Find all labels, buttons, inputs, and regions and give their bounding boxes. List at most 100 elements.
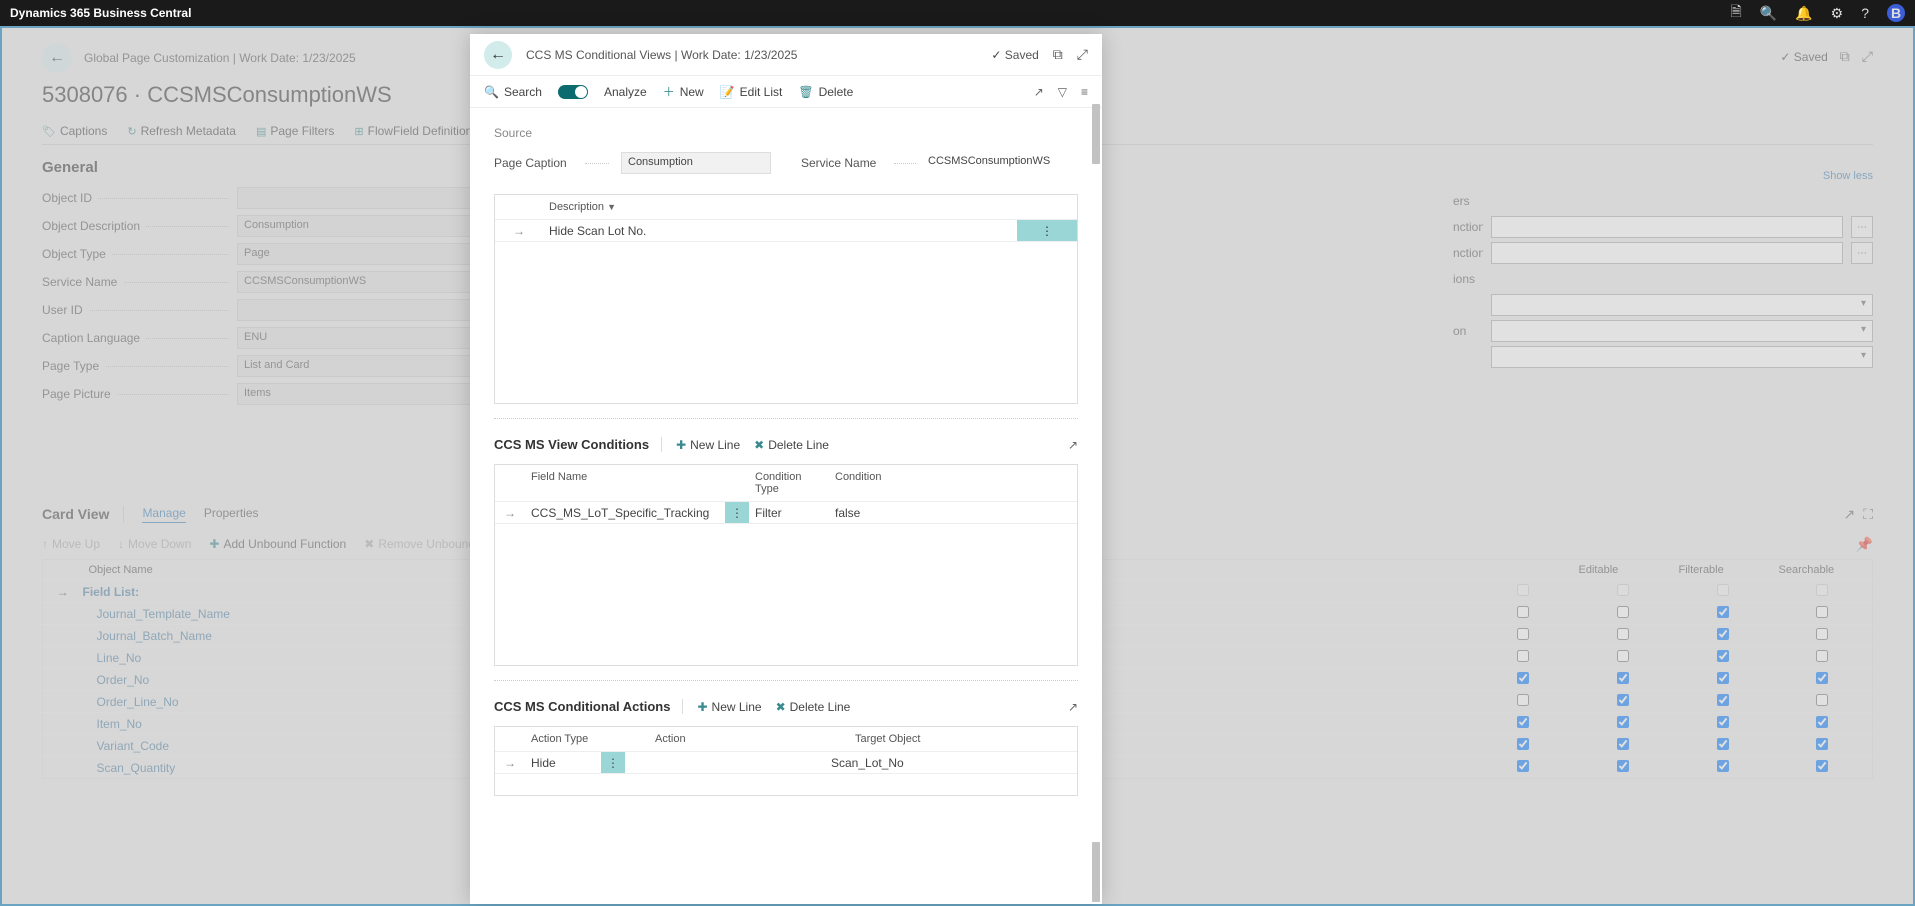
ca-new-line-action[interactable]: ✚New Line xyxy=(697,700,761,714)
checkbox[interactable] xyxy=(1816,694,1828,706)
checkbox[interactable] xyxy=(1717,584,1729,596)
action-type-value[interactable]: Hide xyxy=(525,754,601,772)
ca-share-icon[interactable]: ↗ xyxy=(1068,700,1078,714)
gear-icon[interactable]: ⚙ xyxy=(1831,5,1844,22)
checkbox[interactable] xyxy=(1517,738,1529,750)
rs-select-3[interactable] xyxy=(1491,346,1873,368)
checkbox[interactable] xyxy=(1617,716,1629,728)
rs-input-1[interactable] xyxy=(1491,216,1843,238)
bell-icon[interactable]: 🔔 xyxy=(1795,5,1812,22)
page-caption-value[interactable]: Consumption xyxy=(621,152,771,174)
checkbox[interactable] xyxy=(1517,584,1529,596)
checkbox[interactable] xyxy=(1717,738,1729,750)
popout-icon[interactable]: ⧉ xyxy=(1840,48,1850,65)
move-down-action[interactable]: ↓Move Down xyxy=(118,537,191,551)
checkbox[interactable] xyxy=(1717,650,1729,662)
filter-action-icon[interactable]: ▽ xyxy=(1058,85,1067,99)
checkbox[interactable] xyxy=(1717,628,1729,640)
checkbox[interactable] xyxy=(1617,760,1629,772)
flowfield-action[interactable]: ⊞FlowField Definition xyxy=(354,124,472,138)
vc-share-icon[interactable]: ↗ xyxy=(1068,438,1078,452)
desc-row[interactable]: → Hide Scan Lot No. ⋮ xyxy=(495,219,1077,241)
help-icon[interactable]: ? xyxy=(1861,5,1869,21)
checkbox[interactable] xyxy=(1816,672,1828,684)
modal-popout-icon[interactable]: ⧉ xyxy=(1053,46,1063,63)
action-row[interactable]: → Hide ⋮ Scan_Lot_No xyxy=(495,751,1077,773)
cond-menu-button[interactable]: ⋮ xyxy=(725,502,749,523)
checkbox[interactable] xyxy=(1617,628,1629,640)
desc-row-value[interactable]: Hide Scan Lot No. xyxy=(543,222,1017,240)
expand-icon[interactable]: ⛶ xyxy=(1863,506,1873,523)
checkbox[interactable] xyxy=(1617,738,1629,750)
checkbox[interactable] xyxy=(1717,760,1729,772)
checkbox[interactable] xyxy=(1816,606,1828,618)
checkbox[interactable] xyxy=(1517,760,1529,772)
checkbox[interactable] xyxy=(1517,628,1529,640)
rs-input-2[interactable] xyxy=(1491,242,1843,264)
doc-icon[interactable]: 🗎 xyxy=(1731,1,1742,25)
checkbox[interactable] xyxy=(1816,650,1828,662)
condition-row[interactable]: → CCS_MS_LoT_Specific_Tracking ⋮ Filter … xyxy=(495,501,1077,523)
rs-select-1[interactable] xyxy=(1491,294,1873,316)
pin-icon[interactable]: 📌 xyxy=(1856,536,1873,553)
ca-delete-line-action[interactable]: ✖Delete Line xyxy=(776,700,851,714)
target-value[interactable]: Scan_Lot_No xyxy=(825,754,1077,772)
delete-line-action[interactable]: ✖Delete Line xyxy=(754,438,829,452)
checkbox[interactable] xyxy=(1617,606,1629,618)
user-avatar[interactable]: B xyxy=(1887,4,1905,22)
refresh-action[interactable]: ↻Refresh Metadata xyxy=(127,124,236,138)
move-up-action[interactable]: ↑Move Up xyxy=(42,537,100,551)
cond-type-value[interactable]: Filter xyxy=(749,504,829,522)
checkbox[interactable] xyxy=(1816,716,1828,728)
cond-value[interactable]: false xyxy=(829,504,1077,522)
share-action-icon[interactable]: ↗ xyxy=(1034,85,1044,99)
scrollbar-thumb-top[interactable] xyxy=(1092,104,1100,164)
new-action[interactable]: ＋New xyxy=(663,83,704,100)
action-value[interactable] xyxy=(625,761,825,765)
cond-field-value[interactable]: CCS_MS_LoT_Specific_Tracking xyxy=(525,504,725,522)
filter-icon[interactable]: ▼ xyxy=(607,202,616,212)
share-icon[interactable]: ↗ xyxy=(1843,506,1855,523)
checkbox[interactable] xyxy=(1617,672,1629,684)
checkbox[interactable] xyxy=(1517,672,1529,684)
row-menu-button[interactable]: ⋮ xyxy=(1017,220,1077,241)
desc-empty-row[interactable] xyxy=(495,241,1077,263)
checkbox[interactable] xyxy=(1617,650,1629,662)
show-less-link[interactable]: Show less xyxy=(1823,170,1873,182)
modal-back-button[interactable]: ← xyxy=(484,41,512,69)
modal-scrollbar[interactable] xyxy=(1090,102,1102,904)
modal-expand-icon[interactable]: ⤢ xyxy=(1077,46,1088,63)
tab-manage[interactable]: Manage xyxy=(142,506,185,523)
rs-select-2[interactable] xyxy=(1491,320,1873,342)
bg-back-button[interactable]: ← xyxy=(42,43,72,73)
checkbox[interactable] xyxy=(1517,694,1529,706)
checkbox[interactable] xyxy=(1717,606,1729,618)
rs-btn-1[interactable]: ⋯ xyxy=(1851,216,1873,238)
edit-list-action[interactable]: 📝Edit List xyxy=(720,85,783,99)
new-line-action[interactable]: ✚New Line xyxy=(676,438,740,452)
checkbox[interactable] xyxy=(1816,584,1828,596)
rs-btn-2[interactable]: ⋯ xyxy=(1851,242,1873,264)
captions-action[interactable]: 🏷Captions xyxy=(42,124,107,138)
list-action-icon[interactable]: ≡ xyxy=(1081,85,1088,99)
collapse-icon[interactable]: ⤢ xyxy=(1862,48,1873,65)
checkbox[interactable] xyxy=(1816,760,1828,772)
checkbox[interactable] xyxy=(1617,584,1629,596)
scrollbar-thumb-bottom[interactable] xyxy=(1092,842,1100,902)
delete-action[interactable]: 🗑Delete xyxy=(798,85,853,99)
action-menu-button[interactable]: ⋮ xyxy=(601,752,625,773)
tab-properties[interactable]: Properties xyxy=(204,506,259,523)
checkbox[interactable] xyxy=(1816,738,1828,750)
checkbox[interactable] xyxy=(1517,650,1529,662)
search-action[interactable]: 🔍Search xyxy=(484,85,542,99)
checkbox[interactable] xyxy=(1517,716,1529,728)
checkbox[interactable] xyxy=(1617,694,1629,706)
checkbox[interactable] xyxy=(1717,672,1729,684)
page-filters-action[interactable]: ▤Page Filters xyxy=(256,124,334,138)
act-empty-row[interactable] xyxy=(495,773,1077,795)
cond-empty-row[interactable] xyxy=(495,523,1077,545)
checkbox[interactable] xyxy=(1517,606,1529,618)
add-unbound-action[interactable]: ✚Add Unbound Function xyxy=(209,537,346,551)
analyze-toggle[interactable] xyxy=(558,85,588,99)
checkbox[interactable] xyxy=(1816,628,1828,640)
